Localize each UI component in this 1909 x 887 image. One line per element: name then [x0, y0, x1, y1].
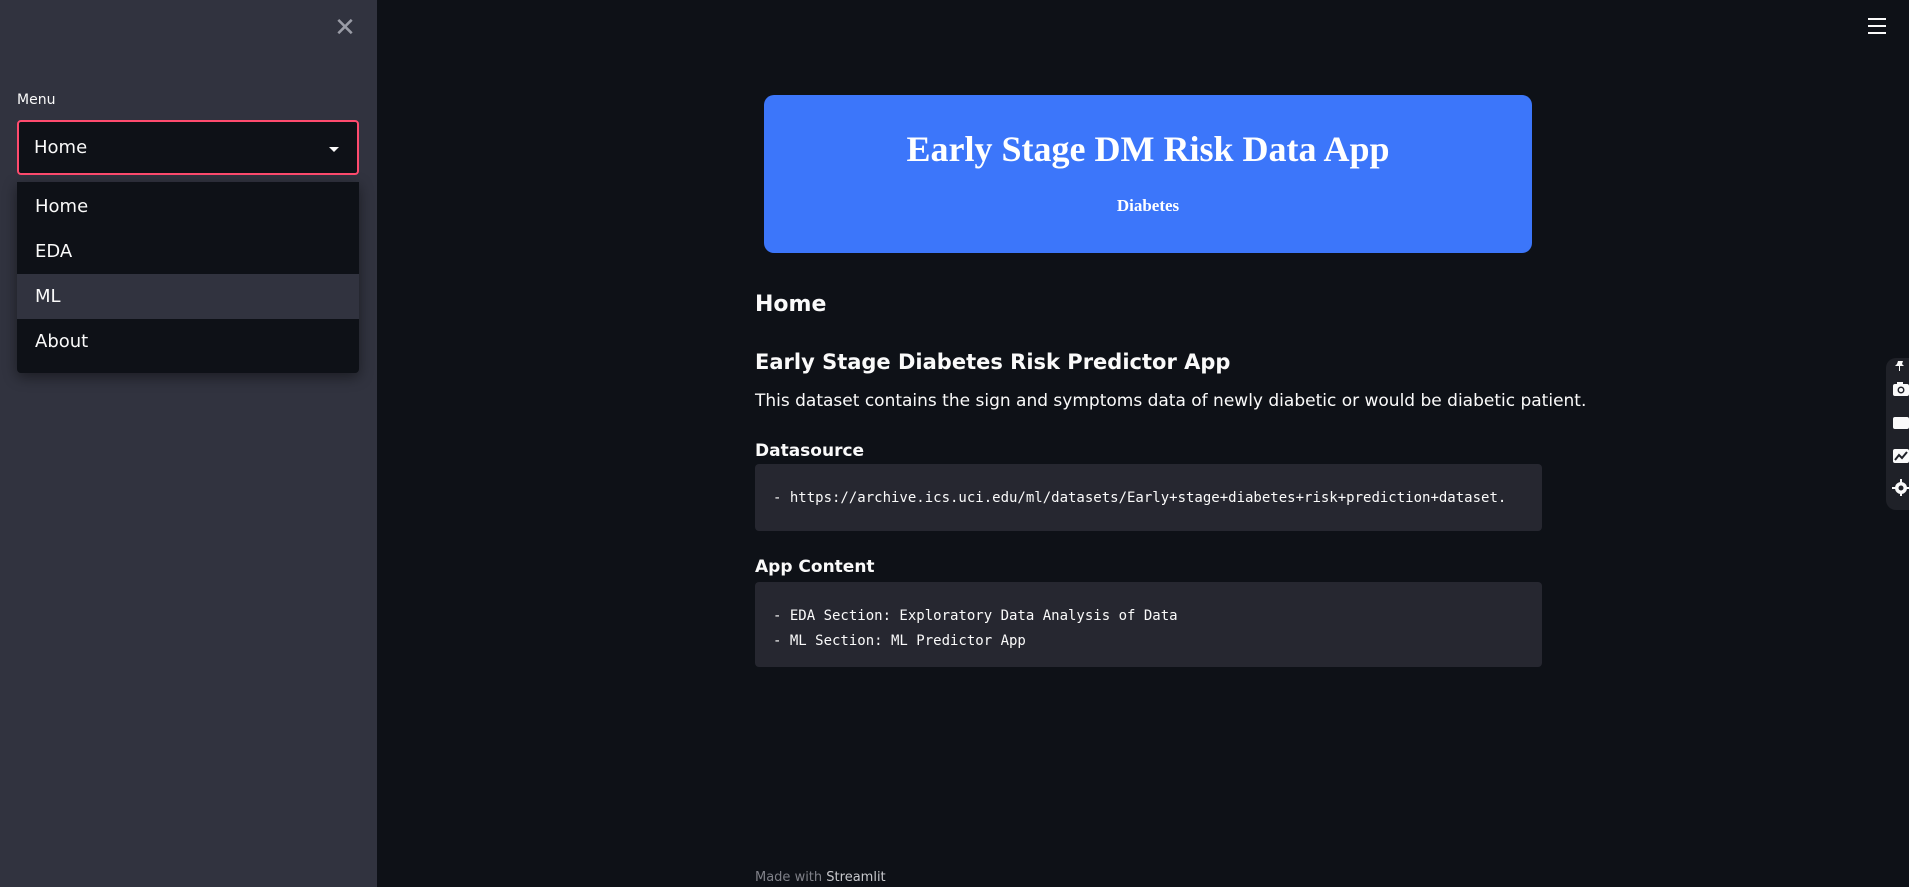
- page-title: Home: [755, 292, 827, 317]
- chevron-down-icon: [329, 147, 339, 152]
- pin-icon[interactable]: [1894, 360, 1906, 372]
- app-content-line-ml: - ML Section: ML Predictor App: [773, 633, 1026, 649]
- camera-icon[interactable]: [1892, 380, 1909, 397]
- close-icon[interactable]: ✕: [333, 14, 357, 42]
- video-icon[interactable]: [1892, 414, 1909, 431]
- streamlit-link[interactable]: Streamlit: [826, 870, 885, 885]
- datasource-code-block: - https://archive.ics.uci.edu/ml/dataset…: [755, 464, 1542, 531]
- menu-label: Menu: [17, 92, 56, 108]
- app-root: ✕ Menu Home Home EDA ML About Early Stag…: [0, 0, 1909, 887]
- footer: Made with Streamlit: [755, 870, 886, 885]
- footer-prefix: Made with: [755, 870, 823, 885]
- datasource-label: Datasource: [755, 441, 865, 461]
- datasource-url[interactable]: - https://archive.ics.uci.edu/ml/dataset…: [773, 486, 1524, 511]
- banner-subtitle: Diabetes: [1116, 196, 1180, 215]
- side-toolbar: [1886, 358, 1909, 510]
- sidebar: ✕ Menu Home Home EDA ML About: [0, 0, 377, 887]
- menu-select[interactable]: Home: [17, 120, 359, 175]
- banner-title: Early Stage DM Risk Data App: [906, 129, 1390, 169]
- menu-dropdown-list: Home EDA ML About: [17, 182, 359, 373]
- hamburger-icon[interactable]: [1868, 18, 1886, 34]
- app-content-label: App Content: [755, 557, 875, 577]
- menu-option-about[interactable]: About: [17, 319, 359, 364]
- menu-option-ml[interactable]: ML: [17, 274, 359, 319]
- menu-select-value: Home: [34, 137, 88, 158]
- app-content-line-eda: - EDA Section: Exploratory Data Analysis…: [773, 608, 1178, 624]
- chart-icon[interactable]: [1892, 447, 1909, 464]
- app-content-code-block: - EDA Section: Exploratory Data Analysis…: [755, 582, 1542, 667]
- app-banner: Early Stage DM Risk Data App Diabetes: [764, 95, 1532, 253]
- description-text: This dataset contains the sign and sympt…: [755, 391, 1587, 411]
- section-heading: Early Stage Diabetes Risk Predictor App: [755, 350, 1231, 374]
- gear-icon[interactable]: [1892, 479, 1909, 496]
- menu-option-eda[interactable]: EDA: [17, 229, 359, 274]
- menu-option-home[interactable]: Home: [17, 184, 359, 229]
